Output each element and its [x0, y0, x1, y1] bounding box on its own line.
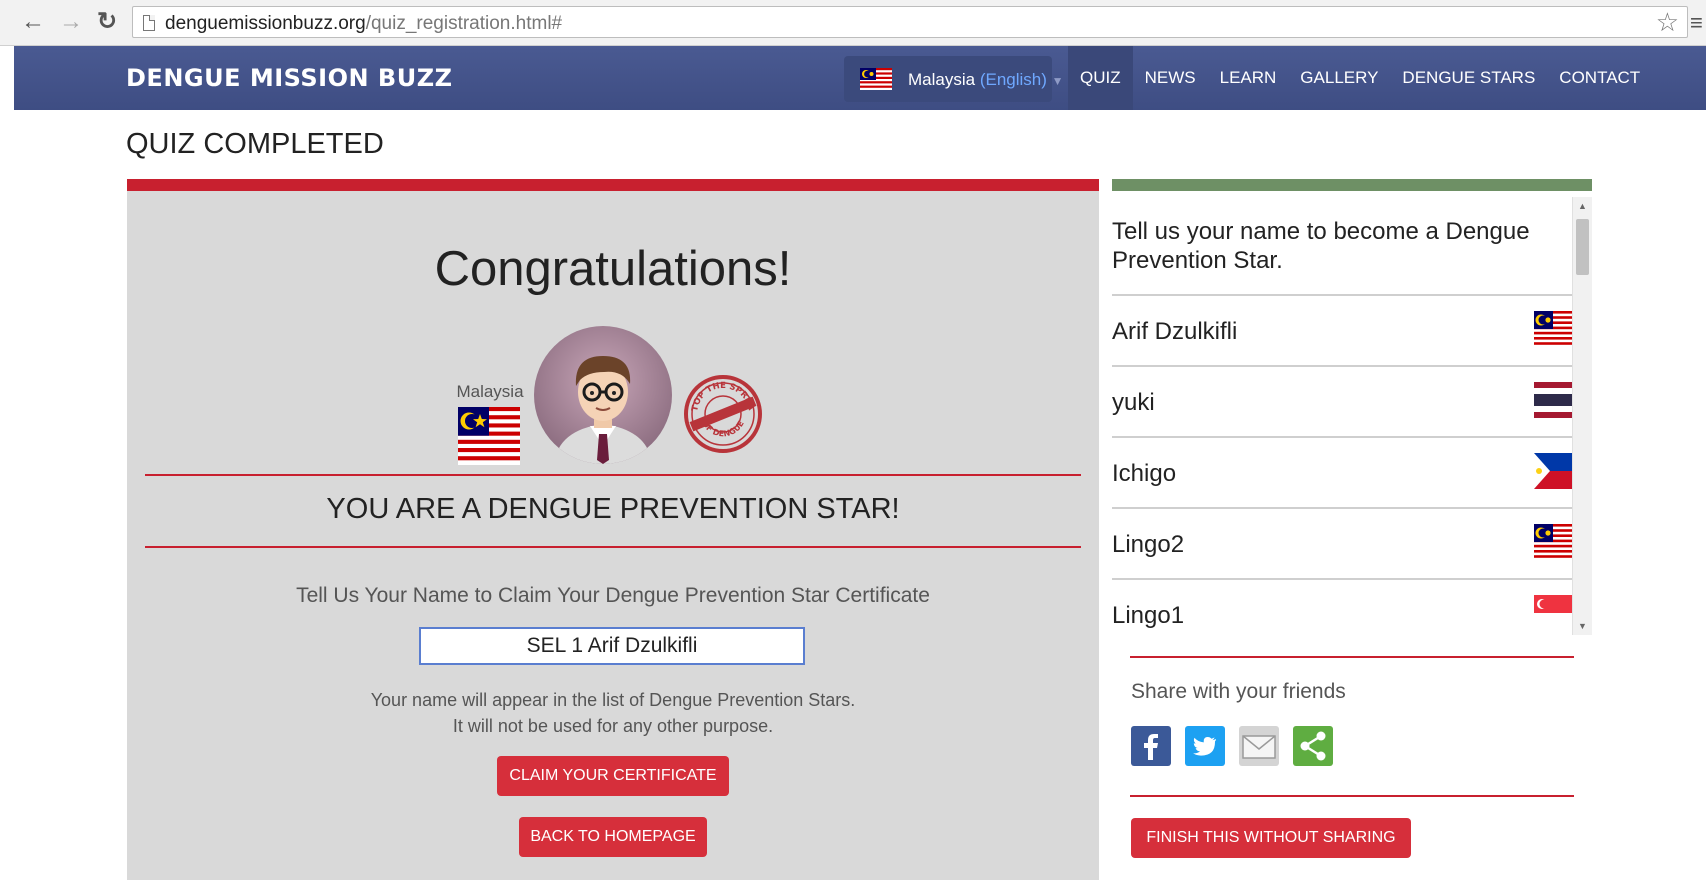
country-selector-label: Malaysia (English) ▼ [908, 70, 1064, 89]
malaysia-flag-icon [860, 68, 892, 95]
url-text[interactable]: denguemissionbuzz.org/quiz_registration.… [165, 13, 562, 35]
star-name: yuki [1112, 389, 1155, 416]
forward-arrow-icon[interactable]: → [58, 9, 84, 35]
philippines-flag-icon [1534, 453, 1572, 494]
facebook-icon[interactable] [1131, 726, 1171, 766]
list-item[interactable]: yuki [1112, 365, 1572, 436]
list-item[interactable]: Arif Dzulkifli [1112, 294, 1572, 365]
site-logo[interactable]: DENGUE MISSION BUZZ [126, 64, 453, 92]
congratulations-heading: Congratulations! [434, 242, 792, 296]
back-arrow-icon[interactable]: ← [20, 9, 46, 35]
country-label: Malaysia [456, 382, 524, 401]
share-icon[interactable] [1293, 726, 1333, 766]
malaysia-flag-icon [1534, 524, 1572, 565]
star-name: Ichigo [1112, 460, 1177, 487]
side-intro-text: Tell us your name to become a Dengue Pre… [1112, 218, 1530, 274]
twitter-icon[interactable] [1185, 726, 1225, 766]
scrollbar-thumb[interactable] [1576, 219, 1589, 275]
malaysia-flag-icon [458, 407, 520, 470]
nav-link-dengue-stars[interactable]: DENGUE STARS [1390, 46, 1547, 110]
site-navbar: DENGUE MISSION BUZZ Malaysia (English) ▼… [14, 46, 1706, 110]
star-name: Arif Dzulkifli [1112, 318, 1238, 345]
share-icons [1131, 726, 1333, 766]
star-name: Lingo1 [1112, 602, 1185, 629]
star-list: Arif Dzulkifli yuki Ichigo Lingo2 Lingo1 [1112, 294, 1572, 635]
divider [1130, 656, 1574, 658]
finish-without-sharing-button[interactable]: FINISH THIS WITHOUT SHARING [1131, 818, 1411, 858]
side-panel-accent-bar [1112, 179, 1592, 191]
star-name: Lingo2 [1112, 531, 1185, 558]
email-icon[interactable] [1239, 726, 1279, 766]
prevention-star-headline: YOU ARE A DENGUE PREVENTION STAR! [326, 493, 900, 525]
stop-the-spread-stamp: STOP THE SPREAD OF DENGUE [679, 367, 763, 459]
privacy-note: Your name will appear in the list of Den… [370, 690, 856, 736]
nav-links: QUIZ NEWS LEARN GALLERY DENGUE STARS CON… [1068, 46, 1652, 110]
scroll-up-arrow-icon[interactable]: ▲ [1573, 199, 1592, 213]
nav-link-contact[interactable]: CONTACT [1547, 46, 1652, 110]
claim-certificate-button[interactable]: CLAIM YOUR CERTIFICATE [497, 756, 729, 796]
singapore-flag-icon [1534, 595, 1572, 635]
nav-link-quiz[interactable]: QUIZ [1068, 46, 1133, 110]
bookmark-star-icon[interactable]: ☆ [1656, 7, 1679, 37]
list-item[interactable]: Lingo2 [1112, 507, 1572, 578]
browser-toolbar: ← → ↻ denguemissionbuzz.org/quiz_registr… [0, 0, 1706, 46]
quiz-result-panel: Congratulations! Malaysia TOP THE SPR F … [127, 179, 1099, 880]
reload-icon[interactable]: ↻ [94, 9, 120, 35]
list-scrollbar[interactable]: ▲ ▼ [1572, 197, 1592, 635]
scroll-down-arrow-icon[interactable]: ▼ [1573, 619, 1592, 633]
name-input[interactable] [419, 627, 805, 665]
divider [145, 546, 1081, 548]
thailand-flag-icon [1534, 382, 1572, 423]
nav-link-gallery[interactable]: GALLERY [1288, 46, 1390, 110]
list-item[interactable]: Lingo1 [1112, 578, 1572, 635]
list-item[interactable]: Ichigo [1112, 436, 1572, 507]
page-title: QUIZ COMPLETED [126, 128, 384, 160]
avatar [534, 326, 672, 464]
share-title: Share with your friends [1131, 680, 1346, 703]
address-bar[interactable]: denguemissionbuzz.org/quiz_registration.… [132, 6, 1688, 38]
back-to-homepage-button[interactable]: BACK TO HOMEPAGE [519, 817, 707, 857]
browser-menu-icon[interactable]: ≡ [1690, 10, 1703, 36]
nav-link-learn[interactable]: LEARN [1208, 46, 1289, 110]
dengue-stars-list-panel[interactable]: Tell us your name to become a Dengue Pre… [1112, 197, 1592, 635]
country-selector[interactable]: Malaysia (English) ▼ [844, 56, 1064, 102]
page-icon [143, 15, 155, 31]
malaysia-flag-icon [1534, 311, 1572, 352]
divider [145, 474, 1081, 476]
divider [1130, 795, 1574, 797]
nav-link-news[interactable]: NEWS [1133, 46, 1208, 110]
claim-prompt: Tell Us Your Name to Claim Your Dengue P… [296, 584, 930, 607]
